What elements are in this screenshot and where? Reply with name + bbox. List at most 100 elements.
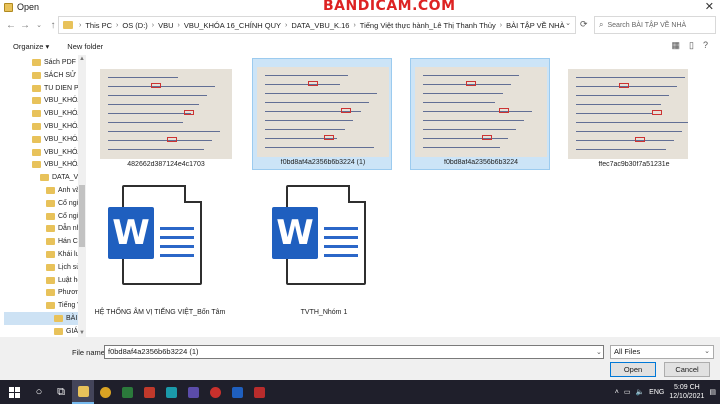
breadcrumb-current[interactable]: BÀI TẬP VỀ NHÀ xyxy=(506,21,565,30)
scroll-down-icon[interactable]: ▼ xyxy=(78,330,86,336)
folder-icon xyxy=(46,225,55,233)
sidebar-item[interactable]: VBU_KHÓA xyxy=(4,94,84,107)
breadcrumb-this-pc[interactable]: This PC xyxy=(85,21,112,30)
organize-menu[interactable]: Organize ▾ xyxy=(13,42,49,51)
filename-dropdown-icon[interactable]: ⌄ xyxy=(596,348,602,356)
video-app-icon[interactable] xyxy=(160,380,182,404)
mail-app-icon[interactable] xyxy=(182,380,204,404)
windows-logo-icon xyxy=(8,386,20,398)
forward-arrow-icon[interactable]: → xyxy=(18,20,32,31)
file-item-word-1[interactable]: W HỆ THỐNG ÂM VỊ TIẾNG VIỆT_Bốn Tâm xyxy=(90,179,230,329)
folder-icon xyxy=(46,276,55,284)
pdf-app-icon[interactable] xyxy=(248,380,270,404)
scroll-up-icon[interactable]: ▲ xyxy=(78,56,86,62)
sidebar-item-label: VBU_KHÓA xyxy=(44,148,83,156)
handwriting-line xyxy=(423,111,532,112)
watermark-text: BANDICAM xyxy=(323,0,413,14)
folder-icon xyxy=(32,97,41,105)
sidebar-item[interactable]: Phương p xyxy=(4,286,84,299)
file-explorer-icon[interactable] xyxy=(72,380,94,404)
sidebar-item[interactable]: VBU_KHÓA xyxy=(4,133,84,146)
sidebar-scrollbar[interactable]: ▲ ▼ xyxy=(78,55,86,337)
handwriting-line xyxy=(576,77,685,78)
word-glyph xyxy=(231,386,243,398)
file-item-word-2[interactable]: W TVTH_Nhóm 1 xyxy=(254,179,394,329)
file-item-image-2[interactable]: f0bd8af4a2356b6b3224 (1) xyxy=(252,58,392,170)
recorder-app-icon[interactable] xyxy=(204,380,226,404)
sidebar-item-label: VBU_KHÓA xyxy=(44,135,83,143)
address-bar[interactable]: › This PC › OS (D:) › VBU › VBU_KHÓA 16_… xyxy=(58,16,576,34)
scrollbar-thumb[interactable] xyxy=(79,185,85,247)
chrome-icon[interactable] xyxy=(94,380,116,404)
file-type-select[interactable]: All Files ⌄ xyxy=(610,345,714,359)
open-button[interactable]: Open xyxy=(610,362,656,377)
folder-icon xyxy=(46,199,55,207)
handwriting-line xyxy=(108,113,191,114)
start-button[interactable] xyxy=(0,380,28,404)
search-box[interactable]: ⌕ Search BÀI TẬP VỀ NHÀ xyxy=(594,16,716,34)
sidebar-item[interactable]: Khái luận xyxy=(4,248,84,261)
file-name: 482662d387124e4c1703 xyxy=(127,161,205,168)
sidebar-item[interactable]: GIÁO TI xyxy=(4,325,84,337)
back-arrow-icon[interactable]: ← xyxy=(4,20,18,31)
word-app-icon[interactable] xyxy=(226,380,248,404)
folder-icon xyxy=(46,187,55,194)
sidebar-item[interactable]: Hán Cổ xyxy=(4,235,84,248)
task-view-icon[interactable]: ⧉ xyxy=(50,380,72,404)
red-mark xyxy=(167,137,177,142)
camera-app-icon[interactable] xyxy=(116,380,138,404)
notification-icon[interactable]: ▤ xyxy=(709,388,716,396)
sidebar-item[interactable]: SÁCH SỬ Ph xyxy=(4,69,84,82)
recorder-glyph xyxy=(209,386,221,398)
view-options-icon[interactable]: ▦ xyxy=(672,40,681,51)
sidebar-item[interactable]: VBU_KHÓA xyxy=(4,158,84,171)
sidebar-item[interactable]: DATA_VBU xyxy=(4,171,84,184)
breadcrumb-data[interactable]: DATA_VBU_K.16 xyxy=(291,21,349,30)
cancel-button[interactable]: Cancel xyxy=(664,362,710,377)
sidebar-item[interactable]: Cổ ngữ F xyxy=(4,197,84,210)
sidebar-item[interactable]: Tiếng Việ xyxy=(4,299,84,312)
breadcrumb-subject[interactable]: Tiếng Việt thực hành_Lê Thị Thanh Thủy xyxy=(360,21,496,30)
file-item-image-4[interactable]: ffec7ac9b30f7a51231e xyxy=(564,61,704,173)
search-icon[interactable]: ○ xyxy=(28,380,50,404)
sidebar-item[interactable]: Dẫn nhập xyxy=(4,222,84,235)
sidebar-item[interactable]: Lịch sử P xyxy=(4,261,84,274)
file-item-image-3[interactable]: f0bd8af4a2356b6b3224 xyxy=(410,58,550,170)
handwriting-line xyxy=(423,138,508,139)
browser-icon[interactable] xyxy=(138,380,160,404)
new-folder-button[interactable]: New folder xyxy=(67,42,103,51)
dialog-footer: File name: f0bd8af4a2356b6b3224 (1) ⌄ Al… xyxy=(0,337,720,380)
sidebar-item[interactable]: Sách PDF gi xyxy=(4,56,84,69)
volume-icon[interactable]: 🔈 xyxy=(635,388,644,396)
sidebar-item[interactable]: TU DIEN PAI xyxy=(4,82,84,95)
folder-icon xyxy=(32,123,41,130)
close-icon[interactable]: ✕ xyxy=(705,0,714,13)
preview-pane-icon[interactable]: ▯ xyxy=(689,40,694,51)
file-name: f0bd8af4a2356b6b3224 (1) xyxy=(280,159,366,166)
handwriting-line xyxy=(576,149,666,150)
sidebar-item[interactable]: Anh văn xyxy=(4,184,84,197)
chevron-up-icon[interactable]: ˄ xyxy=(615,389,619,396)
help-icon[interactable]: ? xyxy=(703,40,708,51)
refresh-icon[interactable]: ⟳ xyxy=(580,19,588,30)
breadcrumb-course[interactable]: VBU_KHÓA 16_CHÍNH QUY xyxy=(184,21,281,30)
sidebar-item[interactable]: Cổ ngữ S xyxy=(4,210,84,223)
breadcrumb-vbu[interactable]: VBU xyxy=(158,21,173,30)
network-icon[interactable]: ▭ xyxy=(624,388,631,396)
sidebar-item[interactable]: VBU_KHÓA xyxy=(4,120,84,133)
file-item-image-1[interactable]: 482662d387124e4c1703 xyxy=(96,61,236,173)
folder-icon xyxy=(46,289,55,297)
sidebar-item[interactable]: VBU_KHÓA xyxy=(4,107,84,120)
address-dropdown-icon[interactable]: ⌄ xyxy=(565,19,571,27)
sidebar-item[interactable]: BÀI TẬ xyxy=(4,312,84,325)
sidebar-item[interactable]: Luật học xyxy=(4,274,84,287)
breadcrumb-drive[interactable]: OS (D:) xyxy=(122,21,147,30)
red-mark xyxy=(324,135,334,140)
clock[interactable]: 5:09 CH 12/10/2021 xyxy=(669,383,704,401)
recent-chevron-icon[interactable]: ⌄ xyxy=(32,21,46,29)
text-line xyxy=(324,254,358,257)
language-indicator[interactable]: ENG xyxy=(649,389,664,396)
image-thumbnail xyxy=(257,67,389,157)
sidebar-item[interactable]: VBU_KHÓA xyxy=(4,146,84,159)
filename-input[interactable]: f0bd8af4a2356b6b3224 (1) xyxy=(104,345,604,359)
